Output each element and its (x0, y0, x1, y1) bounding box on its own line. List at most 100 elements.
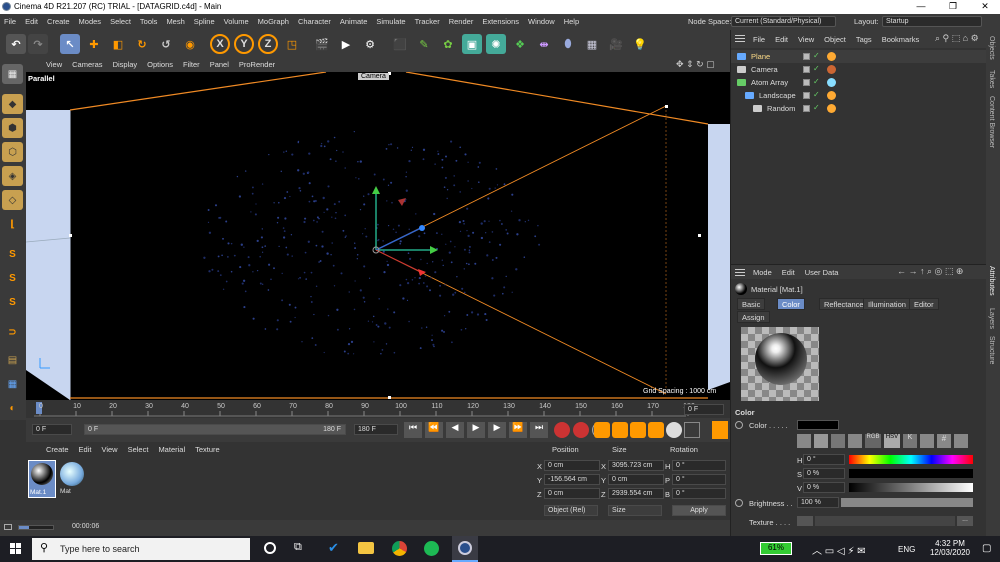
notifications-icon[interactable]: ▢ (982, 543, 991, 554)
object-tag-icon[interactable] (827, 91, 836, 100)
spectrum-icon[interactable] (814, 434, 828, 448)
object-menu-tags[interactable]: Tags (856, 35, 872, 44)
layout-dropdown[interactable]: Startup (882, 16, 982, 27)
kelvin-temp-icon[interactable]: K (903, 434, 917, 448)
attribute-menu-user-data[interactable]: User Data (805, 268, 839, 277)
tab-basic[interactable]: Basic (737, 298, 766, 310)
timeline-ruler[interactable]: 0 10 20 30 40 50 60 70 80 90 100 110 120 130 140 150 160… (26, 400, 730, 418)
animate-radio-icon[interactable] (735, 499, 743, 507)
file-explorer-icon[interactable] (358, 542, 374, 554)
key-parameter-icon[interactable] (648, 422, 664, 438)
size-mode-dropdown[interactable]: Size (608, 505, 662, 516)
object-tag-icon[interactable] (827, 104, 836, 113)
timeline-window-icon[interactable] (712, 421, 728, 439)
enabled-check-icon[interactable]: ✓ (813, 90, 820, 99)
start-frame-field[interactable]: 0 F (32, 424, 72, 435)
world-coordinates-icon[interactable]: ◉ (180, 34, 200, 54)
mograph-cloner-icon[interactable]: ❖ (510, 34, 530, 54)
recent-tool-icon[interactable]: ↺ (156, 34, 176, 54)
enabled-check-icon[interactable]: ✓ (813, 103, 820, 112)
attribute-menu-edit[interactable]: Edit (782, 268, 795, 277)
material-menu-edit[interactable]: Edit (79, 445, 92, 454)
value-slider[interactable] (849, 483, 973, 492)
pen-spline-icon[interactable]: ✎ (414, 34, 434, 54)
tab-attributes[interactable]: Attributes (988, 266, 995, 296)
menu-window[interactable]: Window (528, 17, 555, 26)
play-icon[interactable]: ▶ (467, 422, 485, 438)
viewport-menu-panel[interactable]: Panel (210, 60, 229, 69)
object-tag-icon[interactable] (827, 52, 836, 61)
cube-object-icon[interactable]: ⬛ (390, 34, 410, 54)
size-field[interactable]: 0 cm (608, 474, 664, 485)
object-menu-object[interactable]: Object (824, 35, 846, 44)
object-row[interactable]: Landscape ✓ (731, 89, 987, 102)
material-menu-create[interactable]: Create (46, 445, 69, 454)
z-axis-gizmo[interactable] (375, 227, 422, 251)
object-name[interactable]: Random (767, 104, 795, 113)
saturation-field[interactable]: 0 % (803, 468, 845, 479)
material-menu-view[interactable]: View (101, 445, 117, 454)
todo-app-icon[interactable]: ✔ (328, 540, 339, 556)
record-active-objects-icon[interactable] (554, 422, 570, 438)
previous-key-icon[interactable]: ⏪ (425, 422, 443, 438)
viewport-menu-view[interactable]: View (46, 60, 62, 69)
animate-radio-icon[interactable] (735, 421, 743, 429)
points-mode-icon[interactable]: ⬡ (2, 142, 23, 162)
snap-settings-icon[interactable]: S (2, 268, 23, 288)
tab-objects[interactable]: Objects (988, 36, 995, 60)
menu-simulate[interactable]: Simulate (376, 17, 405, 26)
floor-icon[interactable]: ▦ (582, 34, 602, 54)
coordinate-mode-dropdown[interactable]: Object (Rel) (544, 505, 598, 516)
object-tag-icon[interactable] (827, 78, 836, 87)
make-editable-icon[interactable]: ▦ (2, 64, 23, 84)
deformer-icon[interactable]: ✺ (486, 34, 506, 54)
rotation-field[interactable]: 0 ° (672, 488, 726, 499)
render-settings-icon[interactable]: ⚙ (360, 34, 380, 54)
y-axis-handle[interactable] (372, 186, 380, 194)
visibility-dots-icon[interactable] (803, 92, 810, 99)
hue-slider[interactable] (849, 455, 973, 464)
menu-volume[interactable]: Volume (224, 17, 249, 26)
render-view-icon[interactable]: 🎬 (312, 34, 332, 54)
visibility-dots-icon[interactable] (803, 105, 810, 112)
rotation-field[interactable]: 0 ° (672, 460, 726, 471)
subdivision-icon[interactable]: ✿ (438, 34, 458, 54)
position-field[interactable]: -156.564 cm (544, 474, 600, 485)
hamburger-icon[interactable] (735, 269, 745, 270)
menu-tracker[interactable]: Tracker (415, 17, 440, 26)
visibility-dots-icon[interactable] (803, 66, 810, 73)
value-field[interactable]: 0 % (803, 482, 845, 493)
grid-icon[interactable]: ▦ (2, 374, 23, 394)
visibility-dots-icon[interactable] (803, 53, 810, 60)
battery-indicator[interactable]: 61% (760, 542, 792, 555)
object-menu-file[interactable]: File (753, 35, 765, 44)
object-row[interactable]: Atom Array ✓ (731, 76, 987, 89)
polygons-mode-icon[interactable]: ◇ (2, 190, 23, 210)
menu-character[interactable]: Character (298, 17, 331, 26)
snap-icon[interactable]: S (2, 244, 23, 264)
attribute-nav-icons[interactable]: ← → ↑ ⌕ ◎ ⬚ ⊕ (897, 266, 963, 277)
texture-field[interactable] (815, 516, 955, 526)
light-object-icon[interactable]: 💡 (630, 34, 650, 54)
size-field[interactable]: 3095.723 cm (608, 460, 664, 471)
material-swatch-mat[interactable]: Mat (58, 460, 86, 498)
color-swatch[interactable] (797, 420, 839, 430)
tab-structure[interactable]: Structure (988, 336, 995, 364)
locked-workplane-icon[interactable]: ◐ (2, 398, 23, 418)
axis-mode-icon[interactable]: ⌊ (2, 214, 23, 234)
brightness-slider[interactable] (841, 498, 973, 507)
minimize-button[interactable]: — (906, 1, 936, 13)
visibility-dots-icon[interactable] (803, 79, 810, 86)
scale-tool-icon[interactable]: ◧ (108, 34, 128, 54)
move-tool-icon[interactable]: ✚ (84, 34, 104, 54)
object-name[interactable]: Atom Array (751, 78, 788, 87)
rotate-tool-icon[interactable]: ↻ (132, 34, 152, 54)
go-to-end-icon[interactable]: ⏭ (530, 422, 548, 438)
tray-icons[interactable]: ︿ ▭ ◁ ⚡ ✉ (812, 542, 866, 557)
cinema4d-taskbar-button[interactable] (452, 536, 478, 562)
chrome-icon[interactable] (392, 541, 407, 556)
swatches-icon[interactable] (954, 434, 968, 448)
texture-dropdown[interactable] (797, 516, 813, 526)
menu-modes[interactable]: Modes (79, 17, 102, 26)
next-key-icon[interactable]: ⏩ (509, 422, 527, 438)
